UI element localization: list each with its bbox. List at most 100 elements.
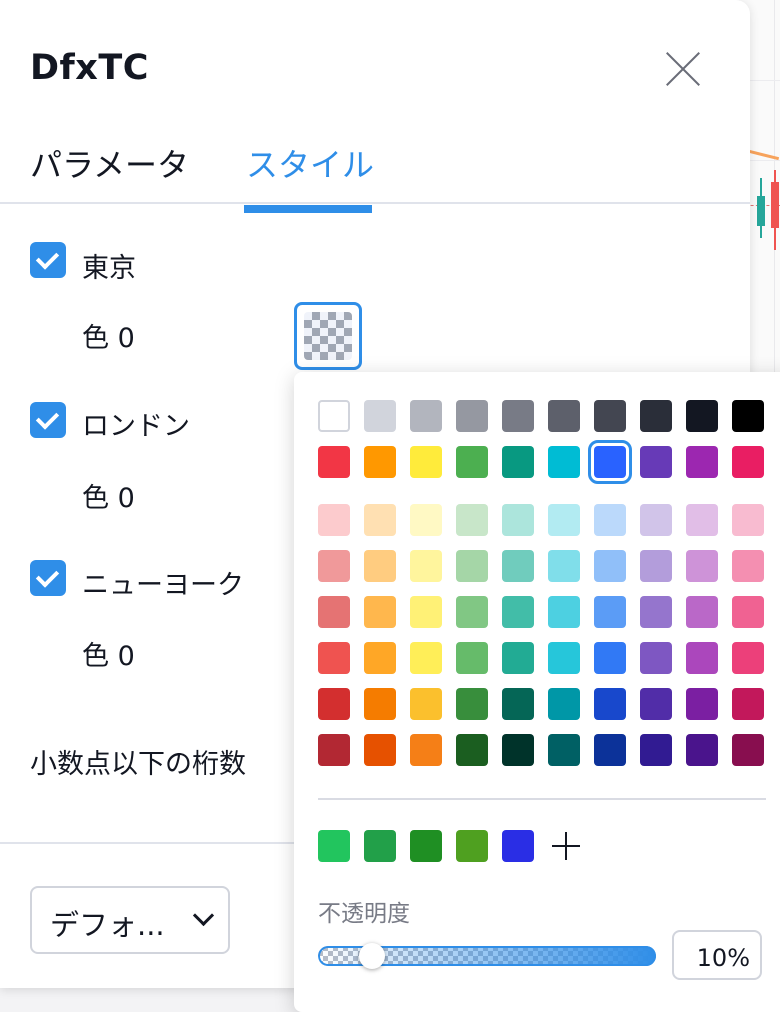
color-swatch[interactable] [732, 596, 764, 628]
color-swatch[interactable] [686, 446, 718, 478]
color-swatch[interactable] [456, 446, 488, 478]
color-swatch[interactable] [502, 446, 534, 478]
color-swatch[interactable] [686, 504, 718, 536]
color-swatch[interactable] [732, 504, 764, 536]
color-swatch[interactable] [732, 688, 764, 720]
newyork-checkbox[interactable] [30, 560, 66, 596]
plus-icon[interactable] [552, 832, 580, 860]
custom-color-swatch[interactable] [410, 830, 442, 862]
color-swatch[interactable] [456, 642, 488, 674]
custom-color-swatch[interactable] [456, 830, 488, 862]
color-swatch[interactable] [640, 688, 672, 720]
color-swatch[interactable] [318, 734, 350, 766]
color-swatch[interactable] [640, 734, 672, 766]
color-swatch[interactable] [502, 642, 534, 674]
color-swatch[interactable] [588, 440, 632, 484]
newyork-color-label: 色 0 [82, 641, 135, 672]
color-swatch[interactable] [318, 596, 350, 628]
color-swatch[interactable] [364, 550, 396, 582]
color-swatch[interactable] [732, 446, 764, 478]
color-swatch[interactable] [548, 642, 580, 674]
color-swatch[interactable] [364, 596, 396, 628]
color-swatch[interactable] [502, 400, 534, 432]
color-swatch[interactable] [410, 400, 442, 432]
color-swatch[interactable] [456, 504, 488, 536]
color-swatch[interactable] [640, 446, 672, 478]
color-swatch[interactable] [640, 596, 672, 628]
color-swatch[interactable] [594, 504, 626, 536]
close-icon[interactable] [664, 50, 702, 88]
custom-color-swatch[interactable] [502, 830, 534, 862]
color-swatch[interactable] [318, 504, 350, 536]
color-swatch[interactable] [410, 504, 442, 536]
color-swatch[interactable] [318, 400, 350, 432]
color-swatch[interactable] [686, 642, 718, 674]
color-swatch[interactable] [364, 734, 396, 766]
color-swatch[interactable] [594, 596, 626, 628]
color-swatch[interactable] [732, 642, 764, 674]
color-swatch[interactable] [594, 734, 626, 766]
color-swatch[interactable] [364, 400, 396, 432]
color-swatch[interactable] [502, 504, 534, 536]
color-swatch[interactable] [456, 688, 488, 720]
color-swatch[interactable] [732, 550, 764, 582]
color-swatch[interactable] [594, 550, 626, 582]
precision-dropdown[interactable]: デフォ... [30, 886, 230, 954]
color-swatch[interactable] [318, 688, 350, 720]
color-swatch[interactable] [594, 642, 626, 674]
precision-value: デフォ... [50, 908, 165, 942]
color-swatch[interactable] [548, 446, 580, 478]
color-swatch[interactable] [594, 688, 626, 720]
opacity-input[interactable]: 10% [672, 930, 762, 980]
color-swatch[interactable] [364, 688, 396, 720]
london-label: ロンドン [82, 411, 190, 442]
color-swatch[interactable] [456, 596, 488, 628]
color-swatch[interactable] [364, 504, 396, 536]
custom-color-swatch[interactable] [364, 830, 396, 862]
color-swatch[interactable] [640, 550, 672, 582]
color-swatch[interactable] [502, 688, 534, 720]
color-swatch[interactable] [732, 400, 764, 432]
color-swatch[interactable] [318, 642, 350, 674]
color-swatch[interactable] [548, 550, 580, 582]
color-swatch[interactable] [686, 596, 718, 628]
tab-style[interactable]: スタイル [246, 140, 374, 186]
color-swatch[interactable] [410, 550, 442, 582]
color-swatch[interactable] [548, 734, 580, 766]
color-swatch[interactable] [640, 504, 672, 536]
color-swatch[interactable] [410, 688, 442, 720]
color-swatch[interactable] [594, 400, 626, 432]
color-swatch[interactable] [456, 400, 488, 432]
color-swatch[interactable] [364, 642, 396, 674]
color-swatch[interactable] [410, 642, 442, 674]
color-swatch[interactable] [686, 550, 718, 582]
color-swatch[interactable] [686, 734, 718, 766]
tab-parameters[interactable]: パラメータ [30, 140, 189, 186]
color-swatch[interactable] [548, 596, 580, 628]
custom-color-swatch[interactable] [318, 830, 350, 862]
color-swatch[interactable] [318, 446, 350, 478]
color-swatch[interactable] [456, 734, 488, 766]
color-swatch[interactable] [502, 596, 534, 628]
london-checkbox[interactable] [30, 402, 66, 438]
color-swatch[interactable] [502, 734, 534, 766]
tokyo-color-swatch[interactable] [294, 302, 362, 370]
color-swatch[interactable] [686, 688, 718, 720]
color-swatch[interactable] [640, 400, 672, 432]
color-swatch[interactable] [502, 550, 534, 582]
color-swatch[interactable] [548, 400, 580, 432]
color-swatch[interactable] [410, 446, 442, 478]
opacity-slider-thumb[interactable] [358, 943, 385, 969]
color-swatch[interactable] [548, 504, 580, 536]
color-swatch[interactable] [410, 596, 442, 628]
color-swatch[interactable] [364, 446, 396, 478]
color-swatch[interactable] [318, 550, 350, 582]
opacity-label: 不透明度 [318, 901, 410, 927]
color-swatch[interactable] [410, 734, 442, 766]
color-swatch[interactable] [686, 400, 718, 432]
color-swatch[interactable] [640, 642, 672, 674]
color-swatch[interactable] [456, 550, 488, 582]
color-swatch[interactable] [548, 688, 580, 720]
tokyo-checkbox[interactable] [30, 242, 66, 278]
color-swatch[interactable] [732, 734, 764, 766]
